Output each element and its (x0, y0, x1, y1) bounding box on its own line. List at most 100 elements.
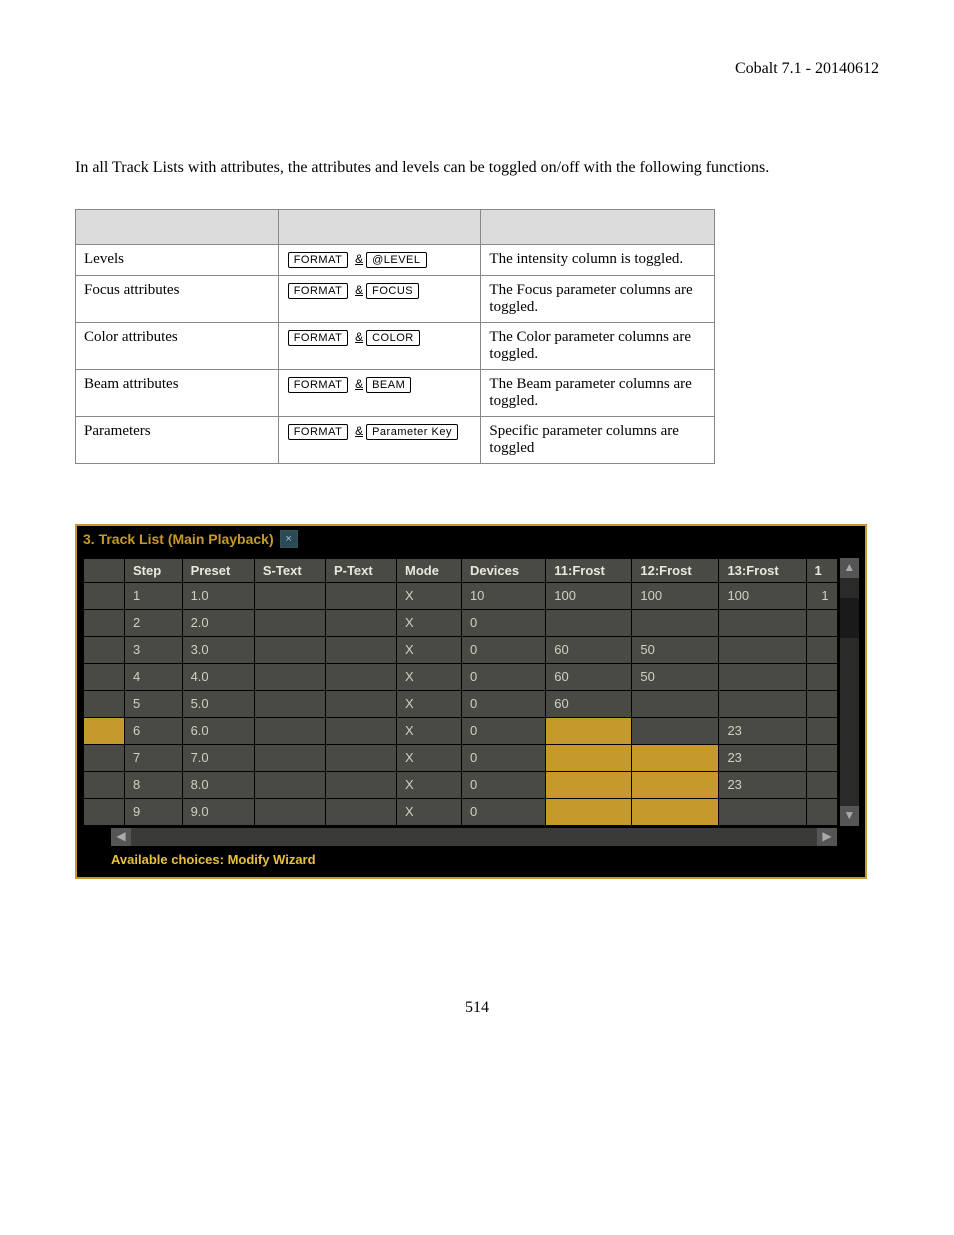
cell-gutter[interactable] (84, 609, 125, 636)
cell-step[interactable]: 6 (125, 717, 183, 744)
cell-c12[interactable] (632, 771, 719, 798)
col-header[interactable]: Step (125, 558, 183, 582)
col-header[interactable]: 12:Frost (632, 558, 719, 582)
cell-gutter[interactable] (84, 636, 125, 663)
cell-gutter[interactable] (84, 744, 125, 771)
cell-step[interactable]: 3 (125, 636, 183, 663)
cell-stext[interactable] (254, 636, 325, 663)
cell-c11[interactable] (546, 798, 632, 825)
cell-stext[interactable] (254, 771, 325, 798)
table-row[interactable]: 11.0X101001001001 (84, 582, 838, 609)
cell-c12[interactable]: 50 (632, 663, 719, 690)
cell-c11[interactable] (546, 744, 632, 771)
cell-ptext[interactable] (325, 582, 396, 609)
cell-c13[interactable] (719, 690, 806, 717)
cell-mode[interactable]: X (397, 636, 462, 663)
cell-c13[interactable]: 23 (719, 771, 806, 798)
table-row[interactable]: 88.0X023 (84, 771, 838, 798)
cell-last[interactable] (806, 798, 837, 825)
cell-step[interactable]: 5 (125, 690, 183, 717)
cell-gutter[interactable] (84, 798, 125, 825)
cell-c11[interactable] (546, 609, 632, 636)
cell-stext[interactable] (254, 609, 325, 636)
cell-ptext[interactable] (325, 771, 396, 798)
cell-gutter[interactable] (84, 582, 125, 609)
cell-preset[interactable]: 4.0 (182, 663, 254, 690)
cell-devices[interactable]: 0 (461, 690, 545, 717)
cell-mode[interactable]: X (397, 609, 462, 636)
cell-c13[interactable]: 23 (719, 744, 806, 771)
cell-devices[interactable]: 0 (461, 609, 545, 636)
cell-gutter[interactable] (84, 771, 125, 798)
cell-last[interactable] (806, 717, 837, 744)
cell-c11[interactable]: 100 (546, 582, 632, 609)
cell-last[interactable] (806, 609, 837, 636)
cell-mode[interactable]: X (397, 690, 462, 717)
cell-c13[interactable] (719, 663, 806, 690)
cell-c13[interactable]: 100 (719, 582, 806, 609)
table-row[interactable]: 77.0X023 (84, 744, 838, 771)
col-header[interactable]: Devices (461, 558, 545, 582)
cell-c12[interactable] (632, 798, 719, 825)
cell-ptext[interactable] (325, 663, 396, 690)
cell-preset[interactable]: 8.0 (182, 771, 254, 798)
cell-c12[interactable] (632, 744, 719, 771)
col-header[interactable]: Preset (182, 558, 254, 582)
cell-stext[interactable] (254, 744, 325, 771)
cell-c12[interactable]: 100 (632, 582, 719, 609)
cell-c13[interactable] (719, 609, 806, 636)
table-row[interactable]: 55.0 X060 (84, 690, 838, 717)
cell-step[interactable]: 7 (125, 744, 183, 771)
table-row[interactable]: 33.0X06050 (84, 636, 838, 663)
cell-last[interactable] (806, 744, 837, 771)
cell-preset[interactable]: 7.0 (182, 744, 254, 771)
scroll-down-icon[interactable]: ▼ (840, 806, 859, 826)
cell-preset[interactable]: 1.0 (182, 582, 254, 609)
cell-c13[interactable] (719, 798, 806, 825)
cell-mode[interactable]: X (397, 798, 462, 825)
cell-devices[interactable]: 0 (461, 663, 545, 690)
col-header-cut[interactable]: 1 (806, 558, 837, 582)
table-row[interactable]: 66.0X023 (84, 717, 838, 744)
table-row[interactable]: 99.0X0 (84, 798, 838, 825)
col-header[interactable]: Mode (397, 558, 462, 582)
cell-ptext[interactable] (325, 609, 396, 636)
cell-devices[interactable]: 0 (461, 771, 545, 798)
cell-mode[interactable]: X (397, 717, 462, 744)
cell-c12[interactable] (632, 717, 719, 744)
cell-stext[interactable] (254, 798, 325, 825)
col-header[interactable]: P-Text (325, 558, 396, 582)
cell-step[interactable]: 1 (125, 582, 183, 609)
cell-last[interactable] (806, 771, 837, 798)
scroll-right-icon[interactable]: ▶ (817, 828, 837, 846)
cell-devices[interactable]: 10 (461, 582, 545, 609)
cell-c12[interactable] (632, 690, 719, 717)
cell-gutter[interactable] (84, 663, 125, 690)
close-icon[interactable]: × (280, 530, 298, 548)
cell-last[interactable] (806, 663, 837, 690)
tracklist-table[interactable]: StepPresetS-TextP-TextModeDevices11:Fros… (83, 558, 838, 826)
cell-stext[interactable] (254, 582, 325, 609)
cell-step[interactable]: 9 (125, 798, 183, 825)
cell-step[interactable]: 8 (125, 771, 183, 798)
cell-devices[interactable]: 0 (461, 636, 545, 663)
cell-mode[interactable]: X (397, 663, 462, 690)
col-header[interactable]: S-Text (254, 558, 325, 582)
cell-last[interactable] (806, 636, 837, 663)
cell-stext[interactable] (254, 690, 325, 717)
cell-mode[interactable]: X (397, 582, 462, 609)
vertical-scrollbar[interactable]: ▲ ▼ (840, 558, 859, 826)
cell-c12[interactable] (632, 609, 719, 636)
scroll-up-icon[interactable]: ▲ (840, 558, 859, 578)
cell-stext[interactable] (254, 663, 325, 690)
cell-preset[interactable]: 5.0 (182, 690, 254, 717)
cell-gutter[interactable] (84, 690, 125, 717)
cell-stext[interactable] (254, 717, 325, 744)
cell-devices[interactable]: 0 (461, 744, 545, 771)
cell-preset[interactable]: 3.0 (182, 636, 254, 663)
cell-c11[interactable]: 60 (546, 690, 632, 717)
cell-ptext[interactable] (325, 690, 396, 717)
col-header[interactable]: 13:Frost (719, 558, 806, 582)
cell-c11[interactable]: 60 (546, 663, 632, 690)
cell-gutter[interactable] (84, 717, 125, 744)
